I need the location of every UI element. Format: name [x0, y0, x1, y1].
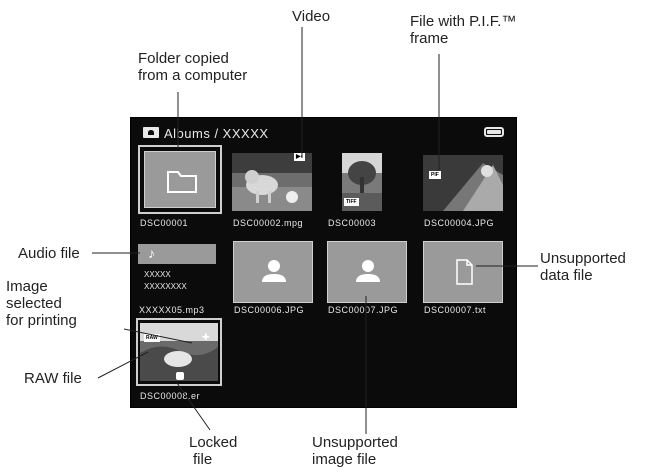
leader-raw	[97, 351, 149, 379]
leader-locked	[176, 382, 211, 431]
leader-selected	[123, 328, 193, 344]
leader-lines	[92, 27, 538, 434]
